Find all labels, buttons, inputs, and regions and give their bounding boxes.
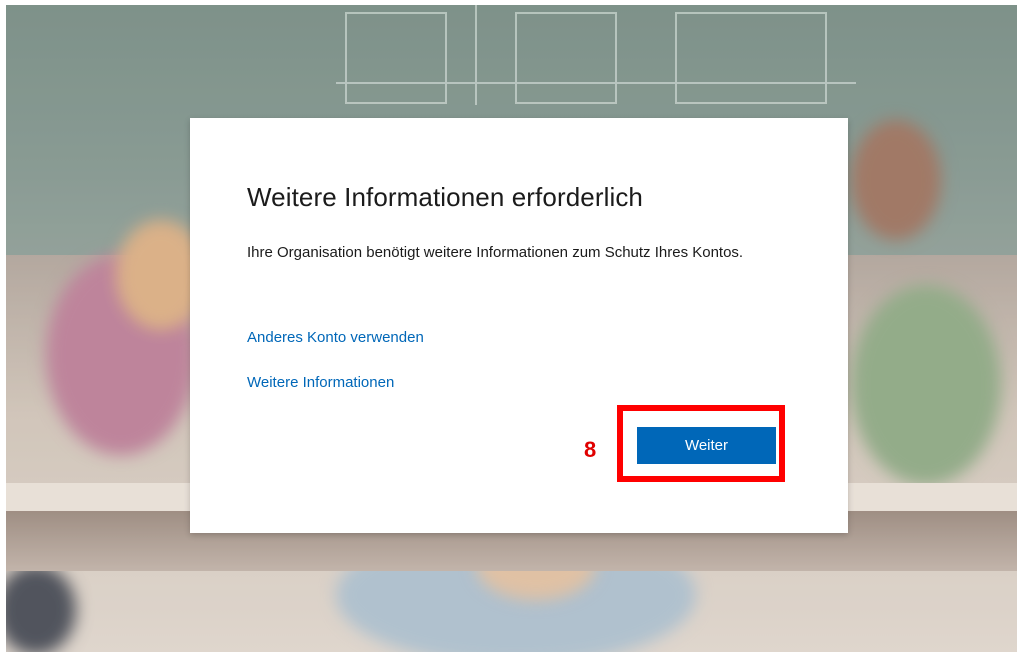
info-required-dialog: Weitere Informationen erforderlich Ihre … [190,118,848,533]
more-information-link[interactable]: Weitere Informationen [247,374,394,391]
next-button[interactable]: Weiter [637,427,776,464]
use-other-account-link[interactable]: Anderes Konto verwenden [247,329,424,346]
dialog-title: Weitere Informationen erforderlich [247,182,643,212]
step-number-annotation: 8 [584,437,597,462]
dialog-description: Ihre Organisation benötigt weitere Infor… [247,244,744,261]
